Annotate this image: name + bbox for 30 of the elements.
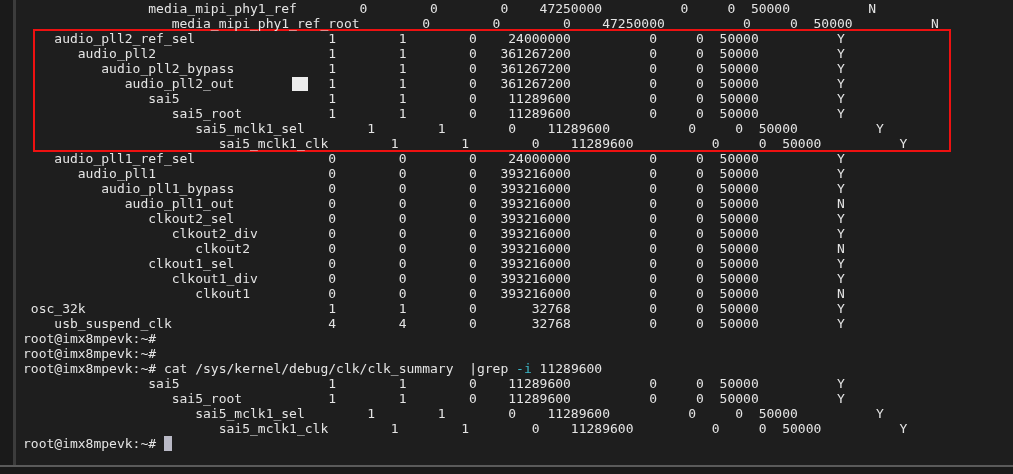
output-line: audio_pll1_out 0 0 0 393216000 0 0 50000 N [123,196,846,211]
output-line: sai5_root 1 1 0 11289600 0 0 50000 Y [170,391,846,406]
output-line: audio_pll1 0 0 0 393216000 0 0 50000 Y [76,166,846,181]
output-line: audio_pll2_bypass 1 1 0 361267200 0 0 50000 Y [100,61,846,76]
prompt-line: root@imx8mpevk:~# [23,346,158,361]
output-line: osc_32k 1 1 0 32768 0 0 50000 Y [29,301,846,316]
output-line: sai5 1 1 0 11289600 0 0 50000 Y [147,91,846,106]
output-line: sai5_mclk1_sel 1 1 0 11289600 0 0 50000 Y [194,121,885,136]
output-line: sai5_mclk1_sel 1 1 0 11289600 0 0 50000 Y [194,406,885,421]
command-line: root@imx8mpevk:~# cat /sys/kernel/debug/clk/clk_summary |grep -i 11289600 [23,361,604,376]
output-line: clkout1_div 0 0 0 393216000 0 0 50000 Y [170,271,846,286]
output-line: sai5 1 1 0 11289600 0 0 50000 Y [147,376,846,391]
output-line: audio_pll1_ref_sel 0 0 0 24000000 0 0 50000 Y [53,151,846,166]
output-line: clkout1 0 0 0 393216000 0 0 50000 N [194,286,846,301]
prompt-line: root@imx8mpevk:~# [23,436,1013,451]
output-line: clkout2 0 0 0 393216000 0 0 50000 N [194,241,846,256]
output-line: clkout1_sel 0 0 0 393216000 0 0 50000 Y [147,256,846,271]
output-line: usb_suspend_clk 4 4 0 32768 0 0 50000 Y [53,316,846,331]
output-line: media_mipi_phy1_ref_root 0 0 0 47250000 0 0 50000 N [170,16,940,31]
output-line: clkout2_div 0 0 0 393216000 0 0 50000 Y [170,226,846,241]
prompt-line: root@imx8mpevk:~# [23,331,158,346]
output-line: sai5_mclk1_clk 1 1 0 11289600 0 0 50000 Y [217,136,909,151]
output-line: sai5_root 1 1 0 11289600 0 0 50000 Y [170,106,846,121]
output-line: clkout2_sel 0 0 0 393216000 0 0 50000 Y [147,211,846,226]
output-line: media_mipi_phy1_ref 0 0 0 47250000 0 0 50000 N [147,1,878,16]
output-line: audio_pll2_ref_sel 1 1 0 24000000 0 0 50000 Y [53,31,846,46]
output-line: audio_pll2_out 1 1 0 361267200 0 0 50000 Y [123,76,846,91]
output-line: audio_pll2 1 1 0 361267200 0 0 50000 Y [76,46,846,61]
output-line: sai5_mclk1_clk 1 1 0 11289600 0 0 50000 Y [217,421,909,436]
output-line: audio_pll1_bypass 0 0 0 393216000 0 0 50000 Y [100,181,846,196]
